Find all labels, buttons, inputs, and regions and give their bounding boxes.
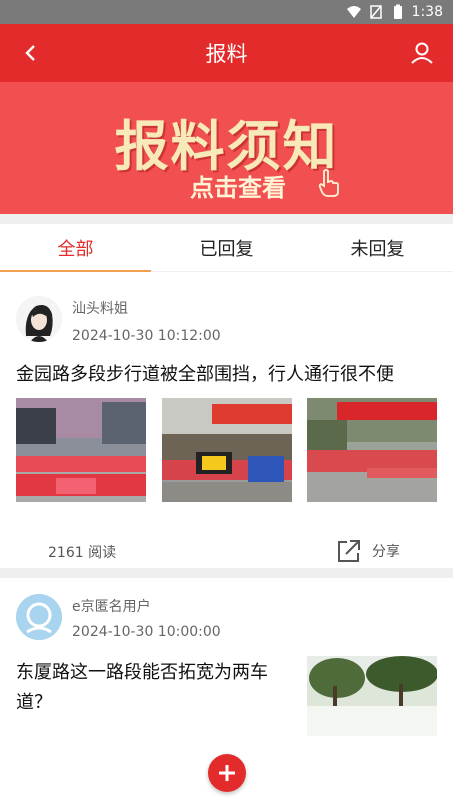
post-time: 2024-10-30 10:00:00 [72, 624, 221, 640]
avatar-portrait [16, 296, 62, 342]
post-image-1[interactable] [16, 398, 146, 502]
post-author: 汕头料姐 [72, 301, 128, 317]
street-photo [16, 398, 146, 502]
tab-replied[interactable]: 已回复 [151, 224, 302, 272]
share-button[interactable]: 分享 [336, 538, 400, 564]
read-count: 2161 阅读 [48, 545, 117, 561]
banner-subtitle: 点击查看 [190, 174, 286, 202]
share-label: 分享 [372, 544, 400, 560]
avatar[interactable] [16, 296, 62, 342]
post-image-3[interactable] [307, 398, 437, 502]
post-card[interactable]: 汕头料姐 2024-10-30 10:12:00 金园路多段步行道被全部围挡，行… [0, 272, 453, 568]
filter-tabs: 全部 已回复 未回复 [0, 224, 453, 272]
notice-banner[interactable]: 报料须知 点击查看 [0, 82, 453, 214]
street-photo [307, 656, 437, 736]
pointing-hand-icon [318, 169, 339, 197]
back-button[interactable] [16, 38, 46, 68]
post-image-2[interactable] [162, 398, 292, 502]
post-time: 2024-10-30 10:12:00 [72, 328, 221, 344]
status-bar: 1:38 [0, 0, 453, 24]
default-avatar-icon [16, 594, 62, 640]
share-icon [338, 540, 360, 562]
battery-icon [393, 4, 402, 19]
page-title: 报料 [205, 42, 248, 66]
status-time: 1:38 [411, 4, 443, 20]
section-gap [0, 214, 453, 224]
post-title[interactable]: 金园路多段步行道被全部围挡，行人通行很不便 [16, 360, 394, 390]
post-image-1[interactable] [307, 656, 437, 736]
new-report-button[interactable] [208, 754, 246, 792]
street-photo [162, 398, 292, 502]
tab-all[interactable]: 全部 [0, 224, 151, 272]
post-title-line: 东厦路这一路段能否拓宽为两车 [16, 662, 268, 683]
post-title[interactable]: 东厦路这一路段能否拓宽为两车 道？ [16, 658, 296, 718]
street-photo [307, 398, 437, 502]
user-icon [411, 42, 433, 64]
tab-unreplied[interactable]: 未回复 [302, 224, 453, 272]
post-divider [0, 568, 453, 578]
wifi-icon [346, 6, 361, 18]
post-author: e京匿名用户 [72, 599, 151, 615]
chevron-left-icon [25, 45, 35, 61]
avatar[interactable] [16, 594, 62, 640]
sim-icon [369, 5, 382, 19]
plus-icon [219, 765, 235, 781]
post-title-line: 道？ [16, 692, 52, 713]
user-button[interactable] [407, 38, 437, 68]
title-bar: 报料 [0, 24, 453, 82]
